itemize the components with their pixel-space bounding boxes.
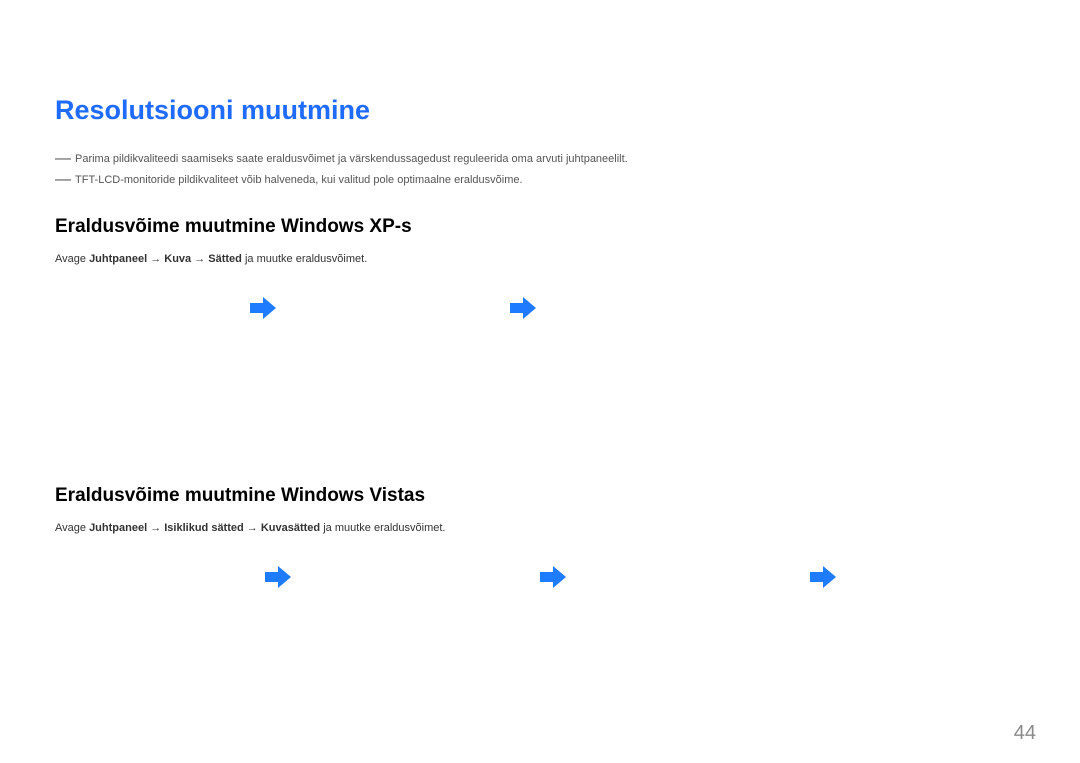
- arrow-right-icon: [265, 566, 291, 588]
- vista-prefix: Avage: [55, 522, 89, 534]
- arrow-right-icon: [810, 566, 836, 588]
- page-number: 44: [1014, 722, 1036, 745]
- xp-b1: Juhtpaneel: [89, 253, 150, 265]
- xp-arr1: →: [150, 253, 164, 265]
- xp-prefix: Avage: [55, 253, 89, 265]
- arrow-right-icon: [250, 297, 276, 319]
- dash-icon: ―: [55, 173, 71, 187]
- vista-arr2: →: [247, 522, 261, 534]
- arrow-row-vista: [55, 566, 1025, 606]
- note-line-2: ― TFT-LCD-monitoride pildikvaliteet võib…: [55, 173, 1025, 188]
- arrow-right-icon: [510, 297, 536, 319]
- page-title: Resolutsiooni muutmine: [55, 95, 1025, 126]
- section-heading-xp: Eraldusvõime muutmine Windows XP-s: [55, 216, 1025, 238]
- arrow-row-xp: [55, 297, 1025, 337]
- xp-suffix: ja muutke eraldusvõimet.: [245, 253, 367, 265]
- xp-b3: Sätted: [208, 253, 245, 265]
- xp-b2: Kuva: [164, 253, 194, 265]
- section-heading-vista: Eraldusvõime muutmine Windows Vistas: [55, 485, 1025, 507]
- note-text-1: Parima pildikvaliteedi saamiseks saate e…: [75, 152, 628, 167]
- instruction-vista: Avage Juhtpaneel → Isiklikud sätted → Ku…: [55, 521, 1025, 536]
- vista-b1: Juhtpaneel: [89, 522, 150, 534]
- instruction-xp: Avage Juhtpaneel → Kuva → Sätted ja muut…: [55, 252, 1025, 267]
- note-line-1: ― Parima pildikvaliteedi saamiseks saate…: [55, 152, 1025, 167]
- vista-suffix: ja muutke eraldusvõimet.: [323, 522, 445, 534]
- arrow-right-icon: [540, 566, 566, 588]
- dash-icon: ―: [55, 152, 71, 166]
- vista-b3: Kuvasätted: [261, 522, 323, 534]
- vista-b2: Isiklikud sätted: [164, 522, 247, 534]
- xp-arr2: →: [194, 253, 208, 265]
- vista-arr1: →: [150, 522, 164, 534]
- note-text-2: TFT-LCD-monitoride pildikvaliteet võib h…: [75, 173, 523, 188]
